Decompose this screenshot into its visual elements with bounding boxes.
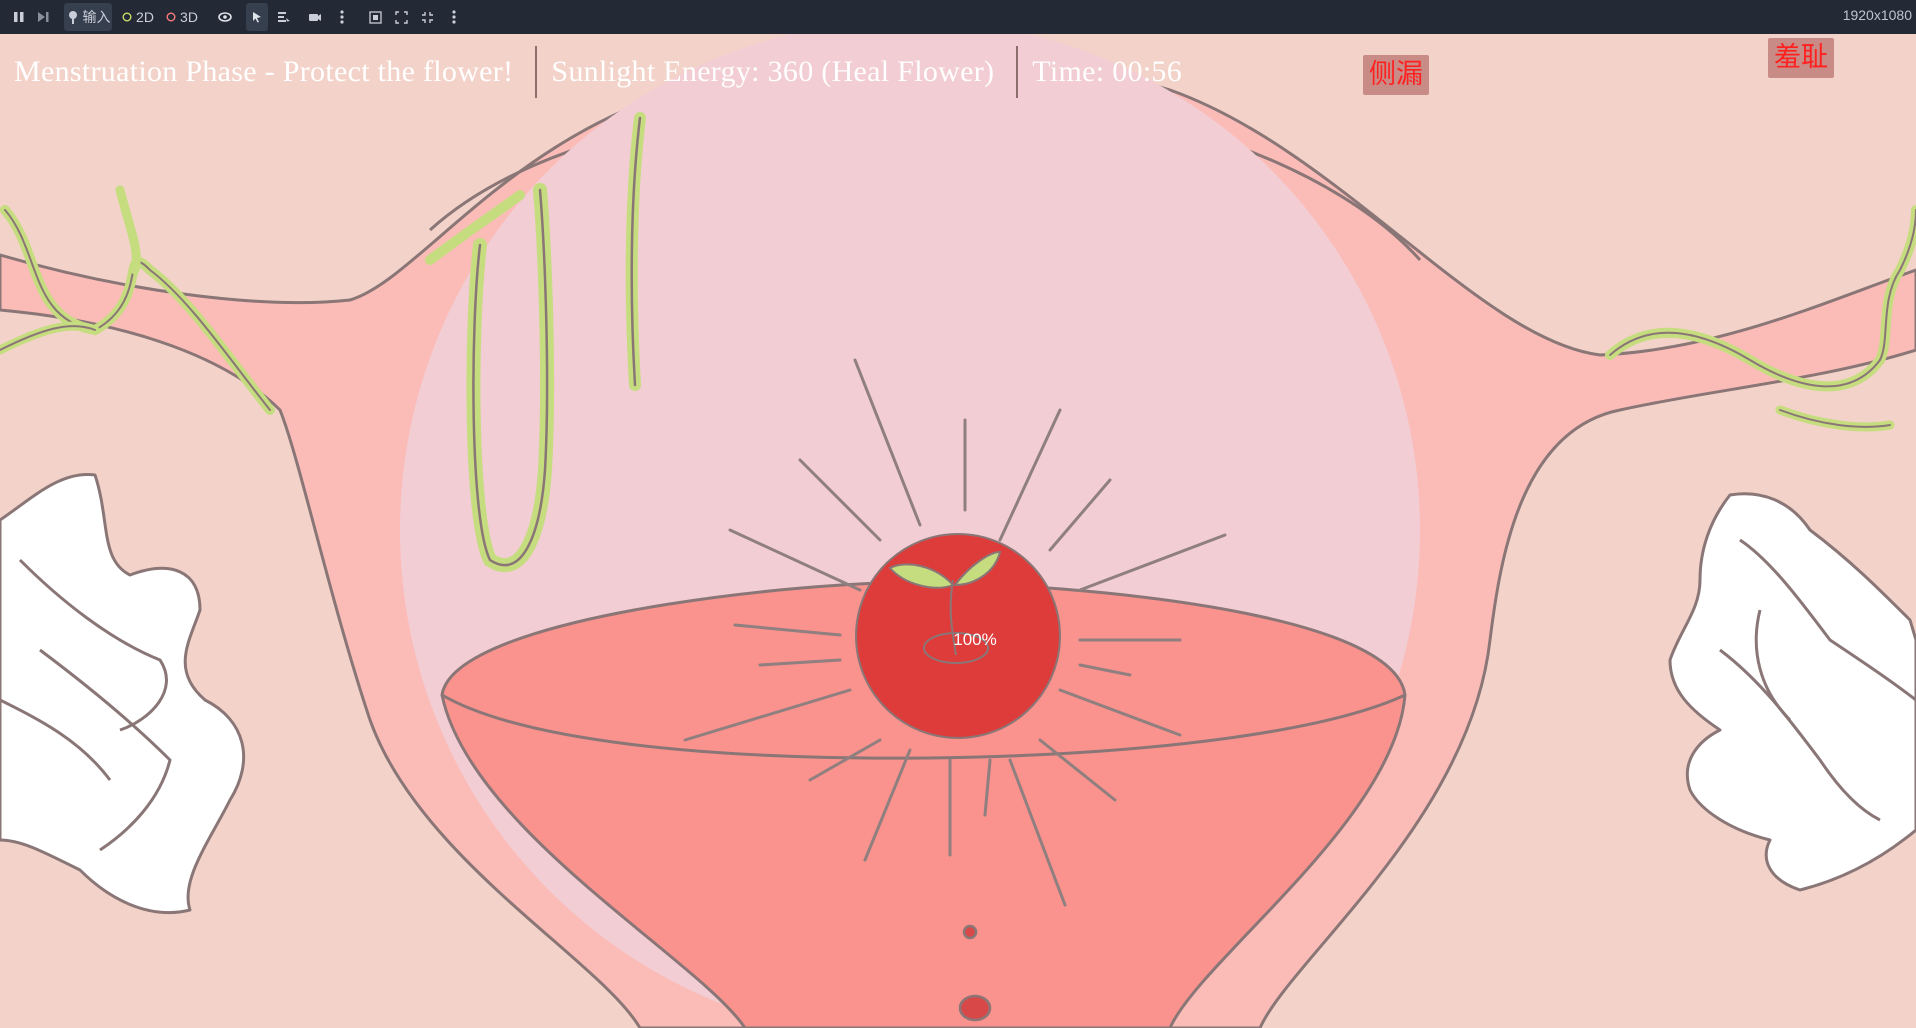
more-icon (452, 10, 456, 24)
expand-button[interactable] (390, 0, 412, 34)
list-icon (277, 11, 290, 22)
center-button[interactable] (364, 0, 386, 34)
circle-3d-icon (166, 12, 176, 22)
input-icon (68, 11, 77, 24)
phase-label: Menstruation Phase - Protect the flower! (14, 55, 514, 88)
side-leak-button[interactable]: 侧漏 (1363, 55, 1429, 95)
more-options-button-2[interactable] (444, 0, 464, 34)
step-frame-button[interactable] (32, 0, 54, 34)
timer-label: Time: 00:56 (1032, 55, 1183, 88)
mode-2d-label: 2D (136, 9, 154, 25)
fullscreen-button[interactable] (416, 0, 438, 34)
list-select-button[interactable] (272, 0, 294, 34)
blood-drop (962, 924, 978, 940)
editor-toolbar: 输入 2D 3D 1920x1080 (0, 0, 1916, 34)
input-label: 输入 (82, 9, 111, 25)
game-viewport (0, 34, 1916, 1028)
step-icon (38, 12, 49, 22)
energy-label: Sunlight Energy: 360 (Heal Flower) (551, 55, 995, 88)
camera-button[interactable] (304, 0, 326, 34)
hud-bar: Menstruation Phase - Protect the flower!… (0, 44, 1204, 100)
flower-health-label: 100% (953, 630, 997, 649)
fullscreen-icon (421, 11, 433, 23)
cursor-icon (253, 12, 261, 23)
expand-icon (394, 10, 408, 24)
visibility-button[interactable] (214, 0, 236, 34)
mode-2d-button[interactable]: 2D (120, 0, 156, 34)
more-icon (340, 10, 344, 24)
blood-drop (958, 994, 992, 1022)
shame-button[interactable]: 羞耻 (1768, 38, 1834, 78)
mode-3d-label: 3D (180, 9, 198, 25)
pause-button[interactable] (8, 0, 30, 34)
input-button[interactable]: 输入 (64, 3, 112, 31)
circle-2d-icon (122, 12, 132, 22)
resolution-label: 1920x1080 (1842, 7, 1912, 23)
more-options-button-1[interactable] (332, 0, 352, 34)
center-icon (368, 10, 382, 24)
camera-icon (309, 14, 321, 21)
pause-icon (14, 12, 24, 22)
eye-icon (218, 12, 232, 22)
select-tool-button[interactable] (246, 3, 268, 31)
mode-3d-button[interactable]: 3D (164, 0, 200, 34)
